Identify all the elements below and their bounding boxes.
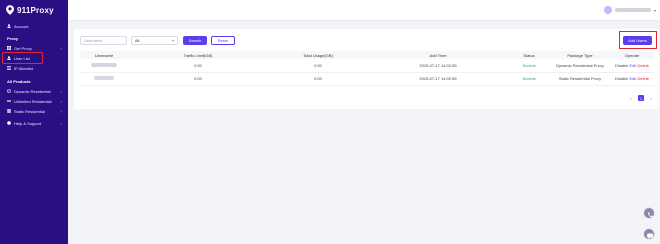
next-page-button[interactable]: >	[648, 95, 654, 101]
sidebar-item-ip-allowlist[interactable]: IP Allowlist	[0, 63, 68, 73]
chevron-right-icon: ›	[60, 45, 62, 51]
package-type-cell: Static Residential Proxy	[550, 72, 610, 86]
sidebar-item-label: Help & Support	[14, 120, 42, 126]
pagination: < 1 >	[628, 95, 654, 101]
traffic-limit-cell: 0.00	[128, 59, 268, 73]
operate-cell: Disable Edit Delete	[610, 72, 654, 86]
sidebar-item-help[interactable]: Help & Support ›	[0, 118, 68, 128]
brand-name: 911Proxy	[17, 5, 54, 15]
infinity-icon	[7, 99, 11, 103]
add-users-highlight: Add Users	[619, 31, 657, 49]
search-button[interactable]: Search	[183, 36, 207, 45]
prev-page-button[interactable]: <	[628, 95, 634, 101]
status-select-value: All	[135, 38, 140, 43]
add-time-cell: 2025-07-17 14:02:55	[368, 59, 508, 73]
chevron-right-icon: ›	[60, 88, 62, 94]
add-users-button[interactable]: Add Users	[623, 36, 652, 45]
globe-icon	[7, 89, 11, 93]
operate-cell: Disable Edit Delete	[610, 59, 654, 73]
user-list-card: Username All ▾ Search Reset Add Users Us…	[74, 29, 659, 109]
col-package-type: Package Type	[550, 51, 610, 59]
col-username: Username	[80, 51, 128, 59]
status-badge: Normal	[508, 72, 550, 86]
page-1-button[interactable]: 1	[638, 95, 644, 101]
chevron-down-icon: ▾	[653, 7, 656, 13]
traffic-limit-cell: 0.00	[128, 72, 268, 86]
col-operate: Operate	[610, 51, 654, 59]
brand-logo[interactable]: 911Proxy	[0, 0, 68, 20]
delete-link[interactable]: Delete	[637, 63, 649, 68]
sidebar-item-account[interactable]: Account	[0, 21, 68, 31]
status-select[interactable]: All ▾	[131, 36, 178, 45]
table-row: 0.00 0.00 2025-07-17 14:02:55 Normal Dyn…	[80, 59, 654, 73]
sidebar-item-unlimited-residential[interactable]: Unlimited Residential ›	[0, 96, 68, 106]
sidebar-item-user-list[interactable]: User List	[2, 52, 43, 64]
col-status: Status	[508, 51, 550, 59]
section-proxy: Proxy	[7, 36, 19, 41]
list-icon	[7, 66, 11, 70]
username-search-input[interactable]: Username	[80, 36, 127, 45]
delete-link[interactable]: Delete	[637, 76, 649, 81]
disable-link[interactable]: Disable	[615, 63, 628, 68]
total-usage-cell: 0.00	[268, 59, 368, 73]
sidebar-item-get-proxy[interactable]: Get Proxy ›	[0, 43, 68, 53]
username-redacted	[94, 76, 114, 80]
sidebar-item-label: Account	[14, 23, 29, 29]
table-header-row: Username Traffic Limit(GB) Total Usage(G…	[80, 51, 654, 59]
section-all-products: All Products	[7, 79, 31, 84]
total-usage-cell: 0.00	[268, 72, 368, 86]
table-row: 0.00 0.00 2025-07-17 14:02:55 Normal Sta…	[80, 72, 654, 86]
user-menu[interactable]: ▾	[603, 6, 656, 14]
username-redacted	[614, 8, 651, 12]
status-badge: Normal	[508, 59, 550, 73]
sidebar-item-label: IP Allowlist	[14, 65, 34, 71]
col-add-time: Add Time	[368, 51, 508, 59]
reset-button[interactable]: Reset	[211, 36, 235, 45]
package-type-cell: Dynamic Residential Proxy	[550, 59, 610, 73]
sidebar-item-label: Unlimited Residential	[14, 98, 52, 104]
chat-float-button[interactable]	[643, 228, 655, 240]
phone-icon	[647, 212, 653, 218]
chevron-right-icon: ›	[60, 108, 62, 114]
top-bar: ▾	[68, 0, 660, 21]
disable-link[interactable]: Disable	[615, 76, 628, 81]
chevron-right-icon: ›	[60, 98, 62, 104]
sidebar: 911Proxy Account Proxy Get Proxy › User …	[0, 0, 68, 244]
chat-icon	[647, 233, 653, 240]
sidebar-item-label: Dynamic Residential	[14, 88, 51, 94]
sidebar-item-label: User List	[14, 55, 30, 61]
edit-link[interactable]: Edit	[629, 76, 636, 81]
grid-icon	[7, 46, 11, 50]
chevron-down-icon: ▾	[171, 38, 174, 43]
server-icon	[7, 109, 11, 113]
sidebar-item-label: Get Proxy	[14, 45, 32, 51]
sidebar-item-dynamic-residential[interactable]: Dynamic Residential ›	[0, 86, 68, 96]
sidebar-item-static-residential[interactable]: Static Residential ›	[0, 106, 68, 116]
avatar	[603, 6, 612, 14]
add-time-cell: 2025-07-17 14:02:55	[368, 72, 508, 86]
chevron-right-icon: ›	[60, 120, 62, 126]
edit-link[interactable]: Edit	[629, 63, 636, 68]
user-icon	[7, 24, 11, 28]
users-icon	[7, 56, 11, 60]
col-total-usage: Total Usage(GB)	[268, 51, 368, 59]
sidebar-item-label: Static Residential	[14, 108, 45, 114]
user-table: Username Traffic Limit(GB) Total Usage(G…	[80, 51, 654, 86]
logo-pin-icon	[6, 5, 14, 15]
help-icon	[7, 121, 11, 125]
username-redacted	[91, 62, 117, 67]
contact-float-button[interactable]	[643, 207, 655, 219]
col-traffic-limit: Traffic Limit(GB)	[128, 51, 268, 59]
